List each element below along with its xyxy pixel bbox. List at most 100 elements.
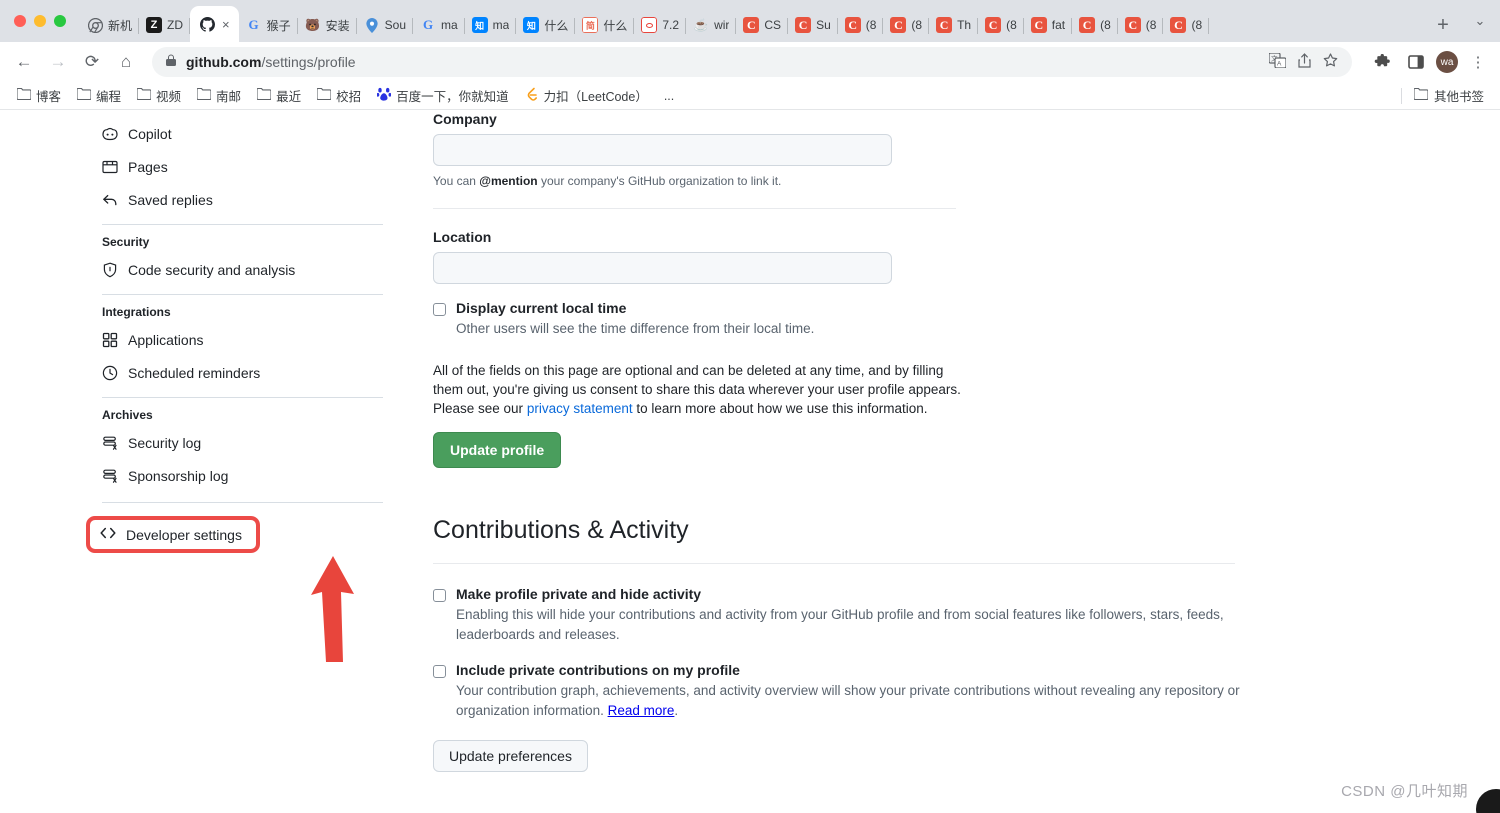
back-icon[interactable]: ← xyxy=(8,46,40,78)
browser-tab-active[interactable]: × xyxy=(190,6,239,42)
bookmark-overflow-label: ... xyxy=(663,88,675,103)
sidebar-divider xyxy=(102,397,383,398)
browser-tab[interactable]: 🐻 安装 xyxy=(298,8,357,42)
browser-tab[interactable]: 知什么 xyxy=(516,8,576,42)
tab-title: (8 xyxy=(911,18,923,32)
bookmark-item[interactable]: 校招 xyxy=(310,83,368,108)
folder-icon xyxy=(136,87,152,103)
privacy-statement-link[interactable]: privacy statement xyxy=(527,401,633,416)
sidebar-item-developer-settings[interactable]: Developer settings xyxy=(86,516,260,553)
company-hint-post: your company's GitHub organization to li… xyxy=(537,174,782,188)
contributions-heading: Contributions & Activity xyxy=(433,516,689,545)
extensions-puzzle-icon[interactable] xyxy=(1368,48,1396,76)
tab-title: wir xyxy=(714,18,730,32)
pages-icon xyxy=(102,159,118,175)
tab-search-chevron-down-icon[interactable]: ⌄ xyxy=(1460,0,1500,42)
browser-tab[interactable]: C CS xyxy=(736,8,788,42)
sidebar-item-label: Developer settings xyxy=(126,526,242,543)
folder-icon xyxy=(76,87,92,103)
tab-title: ma xyxy=(492,18,510,32)
bookmark-star-icon[interactable] xyxy=(1323,53,1338,71)
company-field-group: Company You can @mention your company's … xyxy=(433,111,1480,188)
sidebar-item-label: Sponsorship log xyxy=(128,467,229,484)
copilot-icon xyxy=(102,126,118,142)
browser-tab[interactable]: Gma xyxy=(413,8,465,42)
sidebar-item-security-log[interactable]: Security log xyxy=(90,426,395,459)
browser-tab[interactable]: ☕ wir xyxy=(686,8,737,42)
browser-tab[interactable]: 新机 xyxy=(80,8,140,42)
browser-tab[interactable]: Cfat xyxy=(1024,8,1073,42)
bookmark-item[interactable]: ... xyxy=(657,86,681,106)
browser-tab[interactable]: C (8 xyxy=(1072,8,1118,42)
profile-avatar[interactable]: wa xyxy=(1436,51,1458,73)
bookmark-label: 视频 xyxy=(156,90,182,104)
sidebar-item-saved-replies[interactable]: Saved replies xyxy=(90,183,395,216)
bookmark-label: 校招 xyxy=(336,90,362,104)
sidebar-item-sponsorship-log[interactable]: Sponsorship log xyxy=(90,459,395,492)
sidebar-item-pages[interactable]: Pages xyxy=(90,150,395,183)
browser-tab[interactable]: C Su xyxy=(788,8,838,42)
make-profile-private-subtext: Enabling this will hide your contributio… xyxy=(456,607,1224,642)
bookmark-label: 编程 xyxy=(96,90,122,104)
make-profile-private-checkbox[interactable] xyxy=(433,589,446,603)
minimize-window-button[interactable] xyxy=(34,15,46,27)
browser-tab[interactable]: Z ZD xyxy=(139,8,191,42)
bookmark-item[interactable]: 编程 xyxy=(70,83,128,108)
url-text: github.com/settings/profile xyxy=(186,54,356,70)
browser-tab[interactable]: C (8 xyxy=(883,8,929,42)
read-more-link[interactable]: Read more xyxy=(608,703,675,718)
bookmark-item[interactable]: 力扣（LeetCode） xyxy=(518,83,655,108)
browser-tab[interactable]: C (8 xyxy=(978,8,1024,42)
tab-title: 什么 xyxy=(603,18,628,33)
sidebar-item-label: Copilot xyxy=(128,125,172,142)
browser-tab[interactable]: G 猴子 xyxy=(239,8,298,42)
location-input[interactable] xyxy=(433,252,892,284)
display-local-time-label: Display current local time xyxy=(456,300,627,316)
close-window-button[interactable] xyxy=(14,15,26,27)
share-icon[interactable] xyxy=(1298,53,1311,71)
bookmark-item[interactable]: 南邮 xyxy=(190,83,248,108)
sidebar-item-scheduled-reminders[interactable]: Scheduled reminders xyxy=(90,356,395,389)
browser-window: 新机 Z ZD × G 猴子 🐻 安装 Sou Gma 知 ma 知什么简什么 7.2 ☕ wir C CS C Su… xyxy=(0,0,1500,813)
settings-sidebar: Copilot Pages Saved replies Security Code s… xyxy=(86,111,395,813)
bookmark-item[interactable]: 视频 xyxy=(130,83,188,108)
reload-icon[interactable]: ⟳ xyxy=(76,46,108,78)
bookmark-label: 百度一下，你就知道 xyxy=(396,90,509,104)
bookmark-item[interactable]: 百度一下，你就知道 xyxy=(370,83,516,108)
tab-title: 7.2 xyxy=(662,18,680,32)
browser-tab[interactable]: 知 ma xyxy=(465,8,517,42)
browser-tab[interactable]: C (8 xyxy=(838,8,884,42)
browser-tab[interactable]: Sou xyxy=(357,8,414,42)
address-bar[interactable]: github.com/settings/profile 文A xyxy=(152,47,1352,77)
shield-icon xyxy=(102,262,118,278)
tab-title: 什么 xyxy=(544,18,569,33)
sidebar-item-applications[interactable]: Applications xyxy=(90,323,395,356)
browser-tab[interactable]: C (8 xyxy=(1118,8,1164,42)
update-preferences-button[interactable]: Update preferences xyxy=(433,740,588,773)
bookmark-item[interactable]: 博客 xyxy=(10,83,68,108)
bookmark-item[interactable]: 最近 xyxy=(250,83,308,108)
company-input[interactable] xyxy=(433,134,892,166)
new-tab-button[interactable]: + xyxy=(1426,8,1460,42)
browser-tab[interactable]: 7.2 xyxy=(634,8,686,42)
sidebar-item-code-security-and-analysis[interactable]: Code security and analysis xyxy=(90,253,395,286)
developer-settings-highlight: Developer settings xyxy=(86,516,395,662)
browser-tab[interactable]: 简什么 xyxy=(575,8,635,42)
home-icon[interactable]: ⌂ xyxy=(110,46,142,78)
zhihu-icon: 知 xyxy=(523,17,540,33)
include-private-contributions-checkbox[interactable] xyxy=(433,665,446,679)
tab-title: Su xyxy=(816,18,831,32)
java-icon: ☕ xyxy=(693,18,709,32)
side-panel-icon[interactable] xyxy=(1402,48,1430,76)
close-tab-icon[interactable]: × xyxy=(222,17,230,32)
browser-tab[interactable]: C Th xyxy=(929,8,979,42)
forward-icon[interactable]: → xyxy=(42,46,74,78)
other-bookmarks-button[interactable]: 其他书签 xyxy=(1400,86,1490,105)
translate-icon[interactable]: 文A xyxy=(1268,52,1287,71)
display-local-time-checkbox[interactable] xyxy=(433,303,446,316)
maximize-window-button[interactable] xyxy=(54,15,66,27)
sidebar-item-copilot[interactable]: Copilot xyxy=(90,117,395,150)
browser-tab[interactable]: C (8 xyxy=(1163,8,1209,42)
browser-menu-icon[interactable]: ⋮ xyxy=(1464,48,1492,76)
update-profile-button[interactable]: Update profile xyxy=(433,432,562,469)
